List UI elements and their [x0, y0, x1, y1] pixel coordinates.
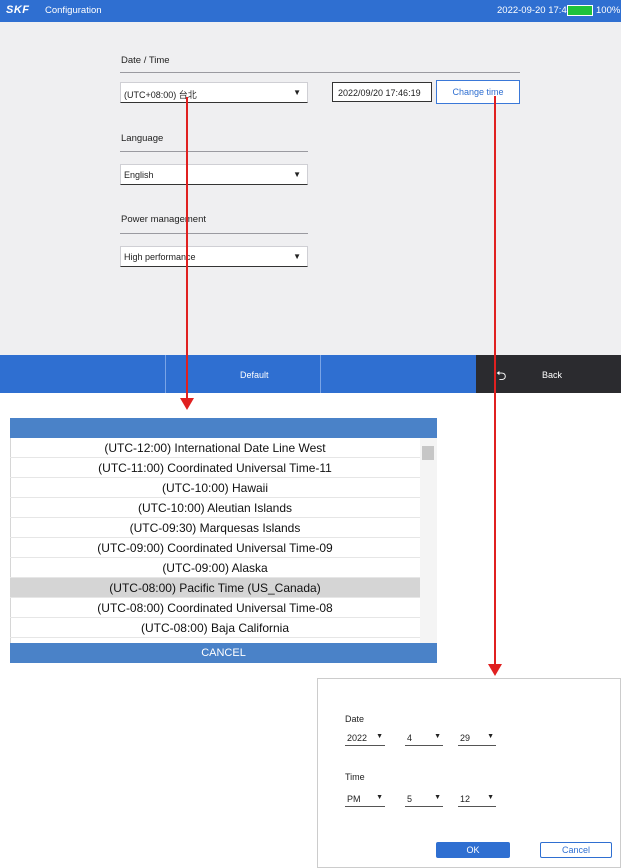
power-dropdown[interactable]: High performance ▼ [120, 246, 308, 267]
day-select[interactable]: 29 ▼ [458, 732, 496, 746]
timezone-option[interactable]: (UTC-09:00) Coordinated Universal Time-0… [10, 538, 420, 558]
day-value: 29 [460, 733, 471, 743]
caret-down-icon: ▼ [376, 733, 383, 740]
language-dropdown[interactable]: English ▼ [120, 164, 308, 185]
timezone-option[interactable]: (UTC-08:00) Coordinated Universal Time-0… [10, 598, 420, 618]
app-title: Configuration [45, 5, 102, 16]
timezone-list-scrollbar[interactable] [420, 438, 437, 643]
timezone-option[interactable]: (UTC-09:30) Marquesas Islands [10, 518, 420, 538]
timezone-option[interactable]: (UTC-10:00) Hawaii [10, 478, 420, 498]
ok-button[interactable]: OK [436, 842, 510, 858]
datetime-section-label: Date / Time [121, 55, 170, 66]
timezone-dropdown[interactable]: (UTC+08:00) 台北 ▼ [120, 82, 308, 103]
timezone-option[interactable]: (UTC-11:00) Coordinated Universal Time-1… [10, 458, 420, 478]
hour-value: 5 [407, 794, 413, 804]
month-select[interactable]: 4 ▼ [405, 732, 443, 746]
power-section-label: Power management [121, 214, 207, 225]
caret-down-icon: ▼ [293, 88, 301, 97]
caret-down-icon: ▼ [293, 170, 301, 179]
language-dropdown-value: English [124, 170, 154, 180]
timezone-option[interactable]: (UTC-09:00) Alaska [10, 558, 420, 578]
date-label: Date [345, 714, 365, 724]
change-time-button[interactable]: Change time [436, 80, 520, 104]
status-datetime: 2022-09-20 17:46 [497, 5, 573, 16]
annotation-arrowhead-icon [180, 398, 194, 410]
year-select[interactable]: 2022 ▼ [345, 732, 385, 746]
caret-down-icon: ▼ [376, 794, 383, 801]
month-value: 4 [407, 733, 413, 743]
power-divider [120, 233, 308, 234]
timezone-list-header [10, 418, 437, 438]
configuration-screen [0, 0, 621, 393]
battery-percentage: 100% [596, 5, 621, 16]
timezone-cancel-button[interactable]: CANCEL [10, 643, 437, 663]
hour-select[interactable]: 5 ▼ [405, 793, 443, 807]
cancel-button[interactable]: Cancel [540, 842, 612, 858]
timezone-option-selected[interactable]: (UTC-08:00) Pacific Time (US_Canada) [10, 578, 420, 598]
ampm-select[interactable]: PM ▼ [345, 793, 385, 807]
default-button-label: Default [240, 370, 269, 380]
caret-down-icon: ▼ [487, 794, 494, 801]
caret-down-icon: ▼ [434, 733, 441, 740]
annotation-arrowhead-icon [488, 664, 502, 676]
minute-value: 12 [460, 794, 471, 804]
power-dropdown-value: High performance [124, 252, 196, 262]
annotation-arrow-line [186, 97, 188, 400]
datetime-divider [120, 72, 520, 73]
year-value: 2022 [347, 733, 368, 743]
ampm-value: PM [347, 794, 361, 804]
timezone-option[interactable]: (UTC-08:00) Baja California [10, 618, 420, 638]
annotation-arrow-line [494, 96, 496, 666]
footer-divider [320, 355, 321, 393]
timezone-option[interactable]: (UTC-12:00) International Date Line West [10, 438, 420, 458]
language-section-label: Language [121, 133, 164, 144]
skf-logo: SKF [6, 4, 30, 16]
caret-down-icon: ▼ [434, 794, 441, 801]
battery-icon [567, 5, 593, 16]
back-arrow-icon: ⮌ [496, 368, 507, 383]
back-button-label: Back [542, 370, 563, 380]
caret-down-icon: ▼ [487, 733, 494, 740]
datetime-field[interactable]: 2022/09/20 17:46:19 [332, 82, 432, 102]
scrollbar-thumb[interactable] [422, 446, 434, 460]
caret-down-icon: ▼ [293, 252, 301, 261]
time-label: Time [345, 772, 365, 782]
minute-select[interactable]: 12 ▼ [458, 793, 496, 807]
language-divider [120, 151, 308, 152]
timezone-option[interactable]: (UTC-10:00) Aleutian Islands [10, 498, 420, 518]
